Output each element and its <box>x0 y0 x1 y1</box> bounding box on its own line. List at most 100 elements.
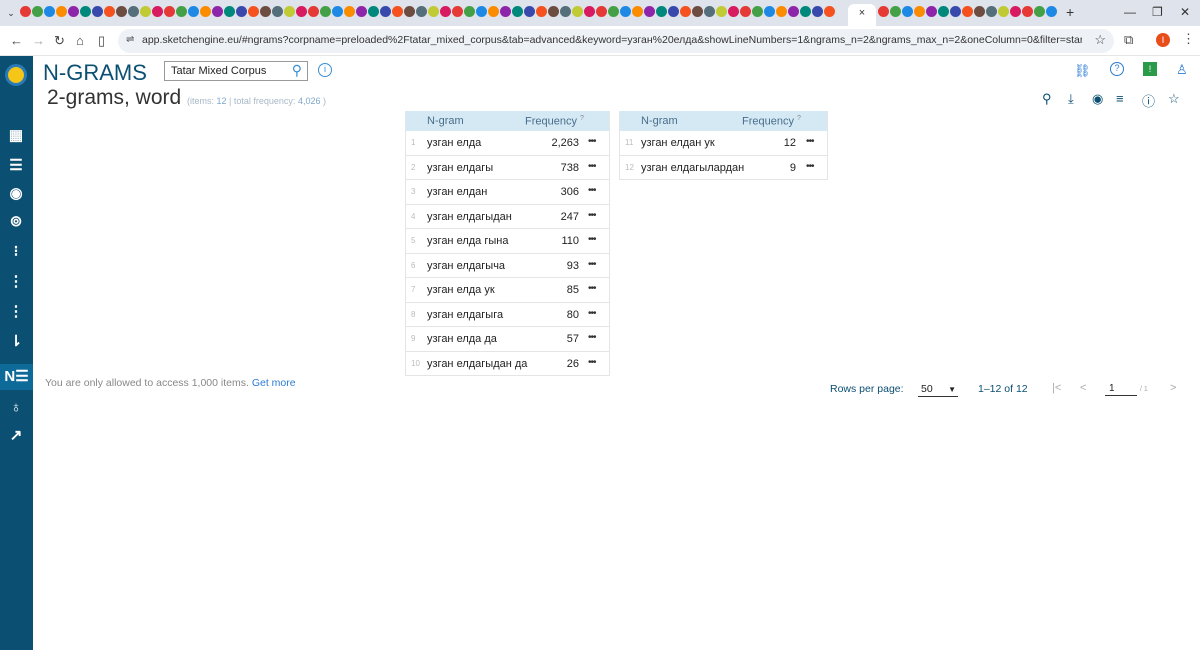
table-row[interactable]: 4 узган елдагыдан 247 ••• <box>406 205 609 229</box>
dashboard-icon[interactable]: ▦ <box>5 126 27 146</box>
frequency-cell[interactable]: 93 <box>529 260 579 272</box>
tab-favicon-icon[interactable] <box>800 6 811 17</box>
tab-favicon-icon[interactable] <box>1010 6 1021 17</box>
tab-favicon-icon[interactable] <box>320 6 331 17</box>
tab-favicon-icon[interactable] <box>440 6 451 17</box>
sidebar-toggle-icon[interactable]: ▯ <box>98 33 105 49</box>
tab-favicon-icon[interactable] <box>656 6 667 17</box>
tab-favicon-icon[interactable] <box>344 6 355 17</box>
help-mark[interactable]: ? <box>797 115 801 122</box>
tab-favicon-icon[interactable] <box>308 6 319 17</box>
forward-icon[interactable]: → <box>32 33 45 48</box>
frequency-cell[interactable]: 85 <box>529 284 579 296</box>
ngram-cell[interactable]: узган елдагыга <box>427 309 503 321</box>
frequency-cell[interactable]: 57 <box>529 333 579 345</box>
favorite-star-icon[interactable]: ☆ <box>1168 91 1180 107</box>
tab-favicon-icon[interactable] <box>986 6 997 17</box>
tab-favicon-icon[interactable] <box>914 6 925 17</box>
frequency-cell[interactable]: 110 <box>529 235 579 247</box>
new-tab-button[interactable]: + <box>1066 4 1074 20</box>
tab-favicon-icon[interactable] <box>176 6 187 17</box>
col-frequency-header[interactable]: Frequency ? <box>742 115 801 128</box>
tab-favicon-icon[interactable] <box>56 6 67 17</box>
keywords-icon[interactable]: ⋮ <box>5 302 27 322</box>
table-row[interactable]: 7 узган елда ук 85 ••• <box>406 278 609 303</box>
tab-favicon-icon[interactable] <box>404 6 415 17</box>
concordance-icon[interactable]: ☰ <box>5 156 27 176</box>
tab-favicon-icon[interactable] <box>140 6 151 17</box>
tab-favicon-icon[interactable] <box>902 6 913 17</box>
view-options-icon[interactable]: ◉ <box>1092 91 1103 107</box>
tab-favicon-icon[interactable] <box>428 6 439 17</box>
tab-favicon-icon[interactable] <box>788 6 799 17</box>
tab-favicon-icon[interactable] <box>548 6 559 17</box>
tab-favicon-icon[interactable] <box>572 6 583 17</box>
tab-favicon-icon[interactable] <box>284 6 295 17</box>
row-menu-icon[interactable]: ••• <box>588 136 596 147</box>
row-menu-icon[interactable]: ••• <box>588 332 596 343</box>
sketch-diff-icon[interactable]: ⊚ <box>5 212 27 232</box>
tab-favicon-icon[interactable] <box>464 6 475 17</box>
tab-favicon-icon[interactable] <box>728 6 739 17</box>
tab-favicon-icon[interactable] <box>80 6 91 17</box>
row-menu-icon[interactable]: ••• <box>806 136 814 147</box>
frequency-cell[interactable]: 306 <box>529 186 579 198</box>
tab-favicon-icon[interactable] <box>740 6 751 17</box>
back-icon[interactable]: ← <box>10 33 23 48</box>
ngram-cell[interactable]: узган елда гына <box>427 235 508 247</box>
tab-favicon-icon[interactable] <box>488 6 499 17</box>
tab-favicon-icon[interactable] <box>512 6 523 17</box>
tab-favicon-icon[interactable] <box>416 6 427 17</box>
corpus-selector[interactable]: Tatar Mixed Corpus ⚲ <box>164 61 308 81</box>
table-row[interactable]: 11 узган елдан ук 12 ••• <box>620 131 827 156</box>
tab-favicon-icon[interactable] <box>938 6 949 17</box>
tab-favicon-icon[interactable] <box>236 6 247 17</box>
tab-favicon-icon[interactable] <box>44 6 55 17</box>
frequency-cell[interactable]: 26 <box>529 358 579 370</box>
col-frequency-header[interactable]: Frequency ? <box>525 115 584 128</box>
tab-favicon-icon[interactable] <box>20 6 31 17</box>
minimize-icon[interactable]: — <box>1124 5 1136 19</box>
tab-favicon-icon[interactable] <box>680 6 691 17</box>
row-menu-icon[interactable]: ••• <box>588 234 596 245</box>
tab-favicon-icon[interactable] <box>500 6 511 17</box>
table-row[interactable]: 10 узган елдагыдан да 26 ••• <box>406 352 609 376</box>
ngram-cell[interactable]: узган елдагы <box>427 162 493 174</box>
home-icon[interactable]: ⌂ <box>76 33 84 48</box>
page-number-input[interactable]: 1 <box>1105 383 1137 396</box>
table-row[interactable]: 3 узган елдан 306 ••• <box>406 180 609 205</box>
tab-favicon-icon[interactable] <box>974 6 985 17</box>
row-menu-icon[interactable]: ••• <box>588 210 596 221</box>
tab-favicon-icon[interactable] <box>128 6 139 17</box>
row-menu-icon[interactable]: ••• <box>588 185 596 196</box>
pinned-tabs-right[interactable] <box>878 6 1063 20</box>
search-icon[interactable]: ⚲ <box>292 62 302 79</box>
col-ngram-header[interactable]: N-gram <box>427 115 464 127</box>
site-info-icon[interactable]: ⇌ <box>126 34 134 45</box>
tab-favicon-icon[interactable] <box>104 6 115 17</box>
parallel-icon[interactable]: ♁ <box>5 398 27 418</box>
row-menu-icon[interactable]: ••• <box>588 161 596 172</box>
download-icon[interactable]: ⤓ <box>1068 91 1074 107</box>
ngrams-icon[interactable]: N☰ <box>0 364 33 390</box>
table-row[interactable]: 5 узган елда гына 110 ••• <box>406 229 609 254</box>
tab-favicon-icon[interactable] <box>356 6 367 17</box>
frequency-cell[interactable]: 9 <box>746 162 796 174</box>
tab-favicon-icon[interactable] <box>752 6 763 17</box>
frequency-cell[interactable]: 247 <box>529 211 579 223</box>
tab-favicon-icon[interactable] <box>32 6 43 17</box>
tab-favicon-icon[interactable] <box>332 6 343 17</box>
table-row[interactable]: 8 узган елдагыга 80 ••• <box>406 303 609 327</box>
tab-favicon-icon[interactable] <box>926 6 937 17</box>
url-bar[interactable]: ⇌ app.sketchengine.eu/#ngrams?corpname=p… <box>118 29 1114 53</box>
tab-favicon-icon[interactable] <box>248 6 259 17</box>
row-menu-icon[interactable]: ••• <box>588 308 596 319</box>
table-row[interactable]: 2 узган елдагы 738 ••• <box>406 156 609 180</box>
tab-favicon-icon[interactable] <box>620 6 631 17</box>
tab-favicon-icon[interactable] <box>476 6 487 17</box>
pinned-tabs[interactable] <box>20 6 835 20</box>
frequency-cell[interactable]: 738 <box>529 162 579 174</box>
ngram-cell[interactable]: узган елдагылардан <box>641 162 744 174</box>
tab-favicon-icon[interactable] <box>392 6 403 17</box>
tab-favicon-icon[interactable] <box>596 6 607 17</box>
